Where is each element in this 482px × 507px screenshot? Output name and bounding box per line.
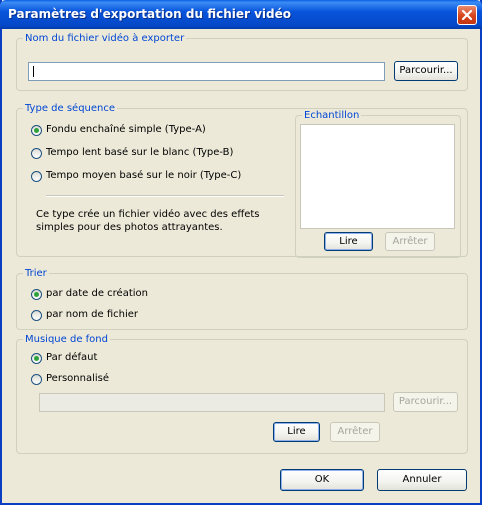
text-caret xyxy=(33,66,34,77)
radio-type-c-label: Tempo moyen basé sur le noir (Type-C) xyxy=(46,170,242,181)
ok-button[interactable]: OK xyxy=(280,469,364,491)
sort-legend: Trier xyxy=(25,268,47,279)
radio-sort-name-label: par nom de fichier xyxy=(46,309,138,320)
radio-sort-date[interactable] xyxy=(31,289,42,300)
window-title: Paramètres d'exportation du fichier vidé… xyxy=(8,7,292,21)
filename-group-legend: Nom du fichier vidéo à exporter xyxy=(25,33,185,44)
sequence-description-line2: simples pour des photos attrayantes. xyxy=(36,222,223,233)
cancel-button[interactable]: Annuler xyxy=(377,469,467,491)
radio-sort-name[interactable] xyxy=(31,310,42,321)
radio-music-custom[interactable] xyxy=(31,374,42,385)
sort-group: Trier xyxy=(16,268,468,330)
sample-preview xyxy=(300,124,455,229)
export-dialog: Paramètres d'exportation du fichier vidé… xyxy=(0,0,482,505)
sample-stop-button[interactable]: Arrêter xyxy=(385,232,435,251)
sequence-description-line1: Ce type crée un fichier vidéo avec des e… xyxy=(36,209,260,220)
sequence-type-legend: Type de séquence xyxy=(25,103,116,114)
close-button[interactable] xyxy=(457,5,477,25)
radio-type-b[interactable] xyxy=(31,148,42,159)
music-stop-button[interactable]: Arrêter xyxy=(330,422,380,442)
music-path-input[interactable] xyxy=(39,393,385,412)
music-play-button[interactable]: Lire xyxy=(273,422,320,442)
radio-type-a-label: Fondu enchaîné simple (Type-A) xyxy=(46,124,206,135)
radio-music-custom-label: Personnalisé xyxy=(46,373,109,384)
filename-input[interactable] xyxy=(28,62,385,81)
radio-type-a[interactable] xyxy=(31,125,42,136)
sequence-divider xyxy=(46,195,284,197)
music-legend: Musique de fond xyxy=(25,334,108,345)
radio-type-b-label: Tempo lent basé sur le blanc (Type-B) xyxy=(46,147,234,158)
filename-browse-button[interactable]: Parcourir... xyxy=(394,61,458,81)
radio-type-c[interactable] xyxy=(31,171,42,182)
sample-legend: Echantillon xyxy=(304,110,360,121)
title-bar[interactable]: Paramètres d'exportation du fichier vidé… xyxy=(0,0,482,29)
radio-music-default-label: Par défaut xyxy=(46,352,98,363)
sample-play-button[interactable]: Lire xyxy=(324,232,373,251)
close-icon xyxy=(461,9,473,21)
radio-sort-date-label: par date de création xyxy=(46,288,148,299)
music-browse-button[interactable]: Parcourir... xyxy=(393,392,458,412)
radio-music-default[interactable] xyxy=(31,353,42,364)
